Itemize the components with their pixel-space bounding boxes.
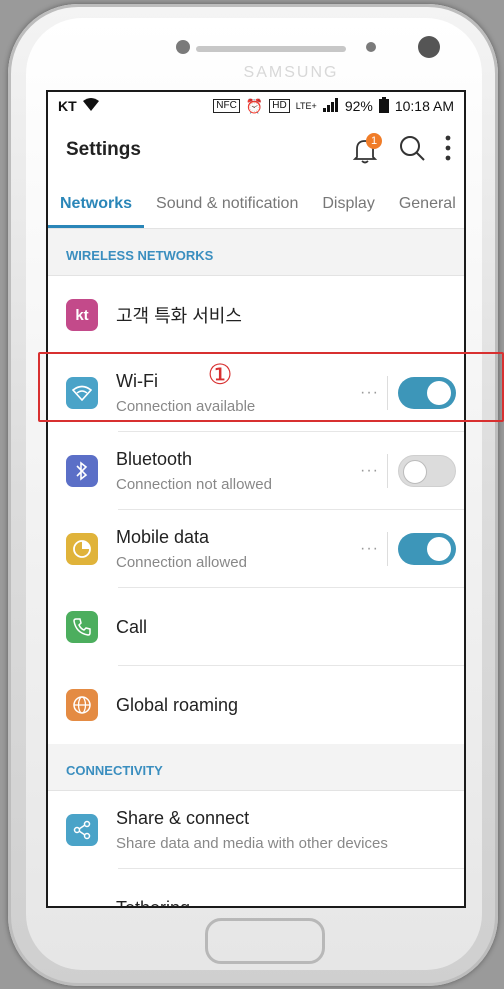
mobile-data-icon [66,533,98,565]
settings-item-share-connect[interactable]: Share & connect Share data and media wit… [48,791,464,869]
search-icon[interactable] [398,134,426,167]
item-title: Call [116,616,148,637]
app-bar: Settings 1 [48,120,464,180]
tab-sound-notification[interactable]: Sound & notification [144,180,310,228]
settings-item-global-roaming[interactable]: Global roaming [48,666,464,744]
annotation-highlight-box [38,352,504,422]
hd-icon: HD [269,99,290,113]
settings-item-bluetooth[interactable]: Bluetooth Connection not allowed ··· [48,432,464,510]
page-title: Settings [66,139,141,160]
battery-icon [378,96,389,116]
battery-percent: 92% [344,98,373,114]
annotation-number: ① [207,358,233,391]
home-button[interactable] [205,918,325,964]
camera-sensor-icon [176,40,190,54]
notifications-button[interactable]: 1 [350,133,382,165]
settings-item-call[interactable]: Call [48,588,464,666]
kt-logo-icon: kt [66,299,98,331]
tab-general[interactable]: General [387,180,464,228]
tab-networks[interactable]: Networks [48,180,145,228]
settings-item-tethering[interactable]: Tethering [48,869,464,908]
phone-icon [66,611,98,643]
nfc-icon: NFC [213,99,240,113]
item-title: 고객 특화 서비스 [116,306,242,326]
earpiece-speaker [196,46,346,52]
mobile-data-toggle[interactable] [398,533,456,565]
clock: 10:18 AM [394,98,454,114]
brand-logo: SAMSUNG [243,64,339,81]
wifi-signal-icon [82,97,99,115]
lte-icon: LTE+ [295,101,317,111]
alarm-icon: ⏰ [245,97,264,114]
tab-bar: Networks Sound & notification Display Ge… [48,180,464,229]
item-title: Global roaming [116,694,239,715]
settings-item-mobile-data[interactable]: Mobile data Connection allowed ··· [48,510,464,588]
section-header-wireless: WIRELESS NETWORKS [48,229,464,276]
bell-icon [350,140,380,169]
item-subtitle: Connection not allowed [116,476,272,493]
bluetooth-toggle[interactable] [398,455,456,487]
item-title: Share & connect [116,808,250,828]
cell-signal-icon [322,97,339,115]
item-title: Tethering [116,898,191,908]
screen: KT NFC ⏰ HD LTE+ 92% 10:18 AM Settings 1… [46,90,466,908]
item-title: Mobile data [116,527,210,547]
status-bar: KT NFC ⏰ HD LTE+ 92% 10:18 AM [48,92,464,120]
carrier-label: KT [58,98,77,114]
item-subtitle: Share data and media with other devices [116,835,388,852]
bluetooth-more-button[interactable]: ··· [360,462,379,480]
front-camera-icon [418,36,440,58]
notification-badge: 1 [366,133,382,149]
proximity-sensor-icon [366,42,376,52]
item-title: Bluetooth [116,449,193,469]
item-subtitle: Connection allowed [116,554,247,571]
globe-icon [66,689,98,721]
share-icon [66,814,98,846]
mobile-data-more-button[interactable]: ··· [360,540,379,558]
settings-item-kt-service[interactable]: kt 고객 특화 서비스 [48,276,464,354]
tab-display[interactable]: Display [310,180,386,228]
more-options-icon[interactable] [444,135,452,166]
section-header-connectivity: CONNECTIVITY [48,744,464,791]
bluetooth-icon [66,455,98,487]
